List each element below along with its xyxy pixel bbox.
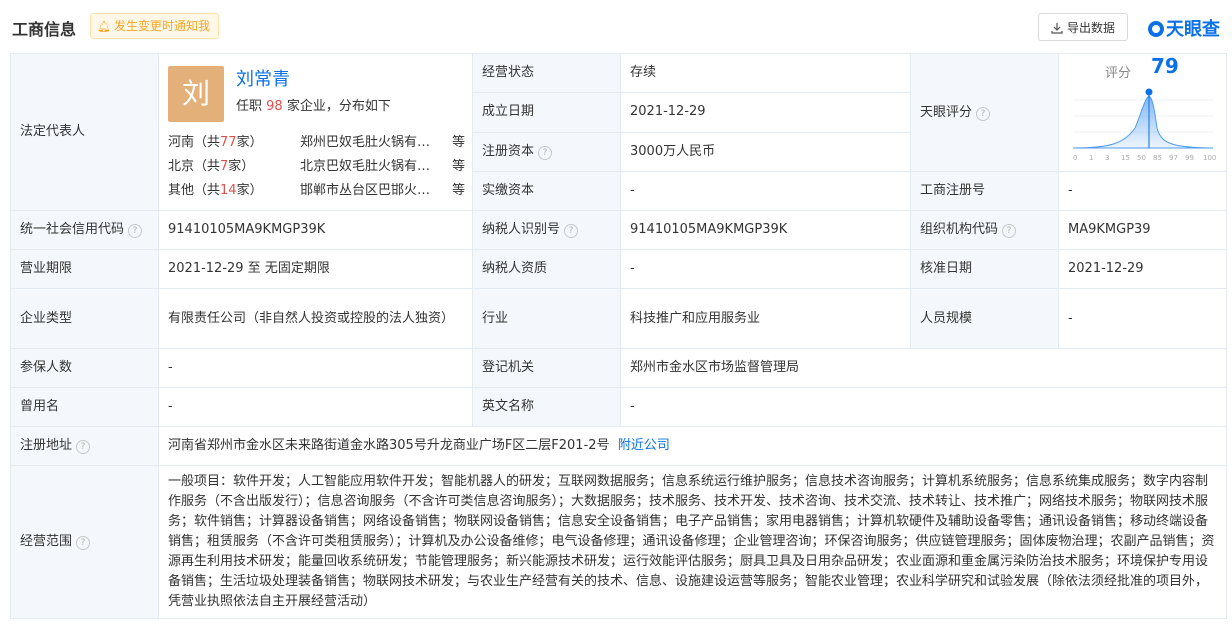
approve-date-value: 2021-12-29 bbox=[1058, 249, 1227, 289]
logo-icon bbox=[1148, 21, 1164, 37]
address-label: 注册地址? bbox=[10, 426, 159, 466]
help-icon[interactable]: ? bbox=[76, 536, 91, 550]
score-value: 79 bbox=[1151, 54, 1179, 78]
help-icon[interactable]: ? bbox=[1002, 224, 1017, 238]
paid-capital-value: - bbox=[620, 171, 911, 211]
biz-reg-no-value: - bbox=[1058, 171, 1227, 211]
region-company-link[interactable]: 邯郸市丛台区巴邯火锅店 bbox=[300, 182, 440, 200]
help-icon[interactable]: ? bbox=[538, 145, 553, 160]
found-date-value: 2021-12-29 bbox=[620, 92, 911, 133]
taxpayer-id-label: 纳税人识别号? bbox=[472, 210, 621, 250]
biz-reg-no-label: 工商注册号 bbox=[910, 171, 1059, 211]
english-name-value: - bbox=[620, 387, 1227, 427]
download-icon bbox=[1051, 23, 1063, 34]
region-company-link[interactable]: 郑州巴奴毛肚火锅有限公司 bbox=[300, 134, 440, 152]
company-type-label: 企业类型 bbox=[10, 288, 159, 349]
term-label: 营业期限 bbox=[10, 249, 159, 289]
credit-code-label: 统一社会信用代码? bbox=[10, 210, 159, 250]
former-name-label: 曾用名 bbox=[10, 387, 159, 427]
bell-icon: 🔔︎ bbox=[97, 20, 111, 33]
org-code-label: 组织机构代码? bbox=[910, 210, 1059, 250]
score-label: 评分 bbox=[1105, 66, 1132, 81]
score-axis-tick: 3 bbox=[1105, 154, 1109, 162]
help-icon[interactable]: ? bbox=[76, 440, 91, 454]
score-axis-tick: 0 bbox=[1073, 154, 1077, 162]
score-axis-tick: 1 bbox=[1089, 154, 1093, 162]
paid-capital-label: 实缴资本 bbox=[472, 171, 621, 211]
brand-name: 天眼查 bbox=[1166, 19, 1220, 40]
reg-authority-label: 登记机关 bbox=[472, 348, 621, 388]
address-value: 河南省郑州市金水区未来路街道金水路305号升龙商业广场F区二层F201-2号 附… bbox=[158, 426, 1227, 466]
taxpayer-qual-label: 纳税人资质 bbox=[472, 249, 621, 289]
score-axis-tick: 97 bbox=[1169, 154, 1178, 162]
help-icon[interactable]: ? bbox=[976, 106, 991, 121]
found-date-label: 成立日期 bbox=[472, 92, 621, 133]
staff-size-label: 人员规模 bbox=[910, 288, 1059, 349]
nearby-companies-link[interactable]: 附近公司 bbox=[618, 438, 670, 453]
business-info-table: 法定代表人 刘 刘常青 任职 98 家企业，分布如下 河南（共77家） 郑州巴奴… bbox=[10, 52, 1227, 619]
tianyan-score-label: 天眼评分? bbox=[910, 53, 1059, 172]
industry-value: 科技推广和应用服务业 bbox=[620, 288, 911, 349]
scope-label: 经营范围? bbox=[10, 465, 159, 619]
section-title: 工商信息 bbox=[12, 20, 77, 39]
reg-capital-label: 注册资本? bbox=[472, 131, 621, 173]
notify-label: 发生变更时通知我 bbox=[113, 19, 210, 33]
region-company-link[interactable]: 北京巴奴毛肚火锅有限公司 bbox=[300, 158, 440, 176]
score-axis-tick: 50 bbox=[1137, 154, 1146, 162]
help-icon[interactable]: ? bbox=[128, 224, 143, 238]
legal-rep-cell: 刘 刘常青 任职 98 家企业，分布如下 河南（共77家） 郑州巴奴毛肚火锅有限… bbox=[158, 53, 473, 211]
scope-value: 一般项目：软件开发；人工智能应用软件开发；智能机器人的研发；互联网数据服务；信息… bbox=[158, 465, 1227, 619]
score-cell[interactable]: 评分 79 0 1 3 15 50 85 97 99 100 bbox=[1058, 53, 1227, 172]
industry-label: 行业 bbox=[472, 288, 621, 349]
english-name-label: 英文名称 bbox=[472, 387, 621, 427]
approve-date-label: 核准日期 bbox=[910, 249, 1059, 289]
export-data-button[interactable]: 导出数据 bbox=[1038, 13, 1128, 41]
taxpayer-id-value: 91410105MA9KMGP39K bbox=[620, 210, 911, 250]
legal-rep-name[interactable]: 刘常青 bbox=[236, 70, 290, 90]
reg-authority-value: 郑州市金水区市场监督管理局 bbox=[620, 348, 1227, 388]
help-icon[interactable]: ? bbox=[564, 224, 579, 238]
org-code-value: MA9KMGP39 bbox=[1058, 210, 1227, 250]
header-bar: 工商信息 🔔︎ 发生变更时通知我 导出数据 天眼查 bbox=[0, 0, 1232, 52]
insured-label: 参保人数 bbox=[10, 348, 159, 388]
brand-logo[interactable]: 天眼查 bbox=[1148, 15, 1220, 41]
status-value: 存续 bbox=[620, 52, 911, 94]
score-axis-tick: 15 bbox=[1121, 154, 1130, 162]
status-label: 经营状态 bbox=[472, 52, 621, 94]
taxpayer-qual-value: - bbox=[620, 249, 911, 289]
term-value: 2021-12-29 至 无固定期限 bbox=[158, 249, 473, 289]
credit-code-value: 91410105MA9KMGP39K bbox=[158, 210, 473, 250]
score-axis-tick: 100 bbox=[1203, 154, 1216, 162]
score-distribution-curve: 0 1 3 15 50 85 97 99 100 bbox=[1072, 88, 1216, 162]
score-axis-tick: 85 bbox=[1153, 154, 1162, 162]
reg-capital-value: 3000万人民币 bbox=[620, 131, 911, 173]
legal-rep-summary: 任职 98 家企业，分布如下 bbox=[236, 99, 391, 114]
staff-size-value: - bbox=[1058, 288, 1227, 349]
score-axis-tick: 99 bbox=[1185, 154, 1194, 162]
former-name-value: - bbox=[158, 387, 473, 427]
change-notify-button[interactable]: 🔔︎ 发生变更时通知我 bbox=[90, 13, 219, 39]
company-type-value: 有限责任公司（非自然人投资或控股的法人独资） bbox=[158, 288, 473, 349]
avatar[interactable]: 刘 bbox=[168, 66, 224, 122]
legal-rep-label: 法定代表人 bbox=[10, 53, 159, 211]
company-count: 98 bbox=[266, 99, 283, 114]
export-label: 导出数据 bbox=[1066, 21, 1115, 35]
insured-value: - bbox=[158, 348, 473, 388]
